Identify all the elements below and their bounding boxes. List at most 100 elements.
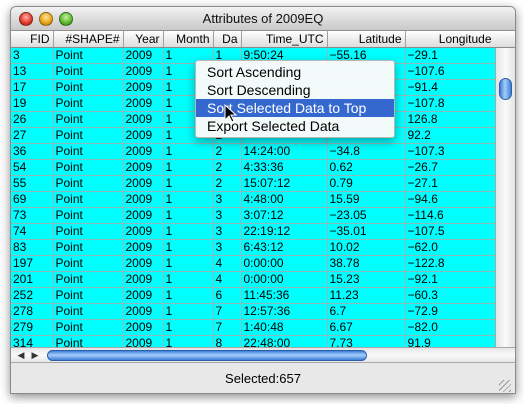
table-cell[interactable]: −114.6 [405, 207, 496, 224]
table-cell[interactable]: Point [53, 47, 124, 64]
table-cell[interactable]: 2009 [123, 191, 164, 208]
table-cell[interactable]: 74 [11, 223, 54, 240]
table-cell[interactable]: 22:19:12 [241, 223, 328, 240]
table-cell[interactable]: 0:00:00 [241, 255, 328, 272]
table-cell[interactable]: 2 [213, 159, 242, 176]
table-cell[interactable]: 3 [213, 239, 242, 256]
table-cell[interactable]: 2009 [123, 79, 164, 96]
table-cell[interactable]: 2009 [123, 47, 164, 64]
table-cell[interactable]: 91.9 [405, 335, 496, 347]
table-cell[interactable]: Point [53, 223, 124, 240]
table-cell[interactable]: 83 [11, 239, 54, 256]
table-cell[interactable]: 2009 [123, 223, 164, 240]
table-cell[interactable]: Point [53, 127, 124, 144]
table-cell[interactable]: −26.7 [405, 159, 496, 176]
table-row[interactable]: 74 Point 2009 1 3 22:19:12 −35.01 −107.5 [11, 223, 496, 240]
column-header[interactable]: Latitude [327, 31, 406, 48]
table-cell[interactable]: 1 [163, 335, 214, 347]
table-cell[interactable]: 1 [163, 255, 214, 272]
table-cell[interactable]: 19 [11, 95, 54, 112]
table-cell[interactable]: 279 [11, 319, 54, 336]
table-cell[interactable]: 11.23 [327, 287, 406, 304]
table-cell[interactable]: 10.02 [327, 239, 406, 256]
title-bar[interactable]: Attributes of 2009EQ [11, 7, 515, 31]
table-cell[interactable]: 7.73 [327, 335, 406, 347]
table-row[interactable]: 279 Point 2009 1 7 1:40:48 6.67 −82.0 [11, 319, 496, 336]
table-cell[interactable]: −35.01 [327, 223, 406, 240]
table-cell[interactable]: Point [53, 335, 124, 347]
table-row[interactable]: 55 Point 2009 1 2 15:07:12 0.79 −27.1 [11, 175, 496, 192]
table-cell[interactable]: 1 [163, 191, 214, 208]
horizontal-scrollbar[interactable]: ◀ ▶ [11, 347, 515, 363]
table-cell[interactable]: Point [53, 255, 124, 272]
table-cell[interactable]: −92.1 [405, 271, 496, 288]
table-cell[interactable]: Point [53, 191, 124, 208]
table-cell[interactable]: Point [53, 95, 124, 112]
table-cell[interactable]: 4 [213, 255, 242, 272]
table-cell[interactable]: 2009 [123, 335, 164, 347]
table-cell[interactable]: 1 [163, 271, 214, 288]
table-cell[interactable]: 4:48:00 [241, 191, 328, 208]
menu-item-sort-ascending[interactable]: Sort Ascending [196, 63, 394, 81]
table-cell[interactable]: −60.3 [405, 287, 496, 304]
table-row[interactable]: 197 Point 2009 1 4 0:00:00 38.78 −122.8 [11, 255, 496, 272]
table-cell[interactable]: 201 [11, 271, 54, 288]
table-cell[interactable]: 4:33:36 [241, 159, 328, 176]
table-cell[interactable]: 36 [11, 143, 54, 160]
table-cell[interactable]: 73 [11, 207, 54, 224]
table-cell[interactable]: 27 [11, 127, 54, 144]
table-row[interactable]: 36 Point 2009 1 2 14:24:00 −34.8 −107.3 [11, 143, 496, 160]
table-row[interactable]: 73 Point 2009 1 3 3:07:12 −23.05 −114.6 [11, 207, 496, 224]
table-cell[interactable]: 55 [11, 175, 54, 192]
table-cell[interactable]: 252 [11, 287, 54, 304]
table-cell[interactable]: 15.23 [327, 271, 406, 288]
table-cell[interactable]: 2009 [123, 111, 164, 128]
scroll-left-arrow-icon[interactable]: ◀ [15, 349, 27, 361]
table-cell[interactable]: −107.8 [405, 95, 496, 112]
table-cell[interactable]: −27.1 [405, 175, 496, 192]
table-cell[interactable]: Point [53, 175, 124, 192]
table-cell[interactable]: 22:48:00 [241, 335, 328, 347]
column-header[interactable]: Year [123, 31, 164, 48]
table-cell[interactable]: 1 [163, 175, 214, 192]
table-row[interactable]: 201 Point 2009 1 4 0:00:00 15.23 −92.1 [11, 271, 496, 288]
table-cell[interactable]: 314 [11, 335, 54, 347]
table-row[interactable]: 314 Point 2009 1 8 22:48:00 7.73 91.9 [11, 335, 496, 347]
table-cell[interactable]: Point [53, 111, 124, 128]
table-cell[interactable]: 15.59 [327, 191, 406, 208]
table-cell[interactable]: 12:57:36 [241, 303, 328, 320]
table-cell[interactable]: Point [53, 207, 124, 224]
table-cell[interactable]: 0.62 [327, 159, 406, 176]
table-cell[interactable]: 8 [213, 335, 242, 347]
table-row[interactable]: 83 Point 2009 1 3 6:43:12 10.02 −62.0 [11, 239, 496, 256]
table-cell[interactable]: 1 [163, 303, 214, 320]
table-cell[interactable]: 38.78 [327, 255, 406, 272]
table-cell[interactable]: 3 [11, 47, 54, 64]
table-cell[interactable]: 11:45:36 [241, 287, 328, 304]
column-header[interactable]: Longitude [405, 31, 496, 48]
scroll-right-arrow-icon[interactable]: ▶ [29, 349, 41, 361]
table-cell[interactable]: Point [53, 303, 124, 320]
table-cell[interactable]: −82.0 [405, 319, 496, 336]
table-cell[interactable]: 6:43:12 [241, 239, 328, 256]
table-cell[interactable]: 1 [163, 319, 214, 336]
table-cell[interactable]: 2009 [123, 287, 164, 304]
table-cell[interactable]: −62.0 [405, 239, 496, 256]
table-cell[interactable]: −107.3 [405, 143, 496, 160]
table-cell[interactable]: Point [53, 239, 124, 256]
table-cell[interactable]: 1:40:48 [241, 319, 328, 336]
table-cell[interactable]: 1 [163, 239, 214, 256]
table-cell[interactable]: 54 [11, 159, 54, 176]
table-cell[interactable]: Point [53, 271, 124, 288]
table-cell[interactable]: −94.6 [405, 191, 496, 208]
table-cell[interactable]: −72.9 [405, 303, 496, 320]
table-cell[interactable]: 69 [11, 191, 54, 208]
table-cell[interactable]: 7 [213, 303, 242, 320]
table-row[interactable]: 54 Point 2009 1 2 4:33:36 0.62 −26.7 [11, 159, 496, 176]
column-header[interactable]: Time_UTC [241, 31, 328, 48]
table-cell[interactable]: 26 [11, 111, 54, 128]
table-cell[interactable]: 4 [213, 271, 242, 288]
table-cell[interactable]: Point [53, 63, 124, 80]
table-cell[interactable]: Point [53, 287, 124, 304]
table-cell[interactable]: 6.67 [327, 319, 406, 336]
